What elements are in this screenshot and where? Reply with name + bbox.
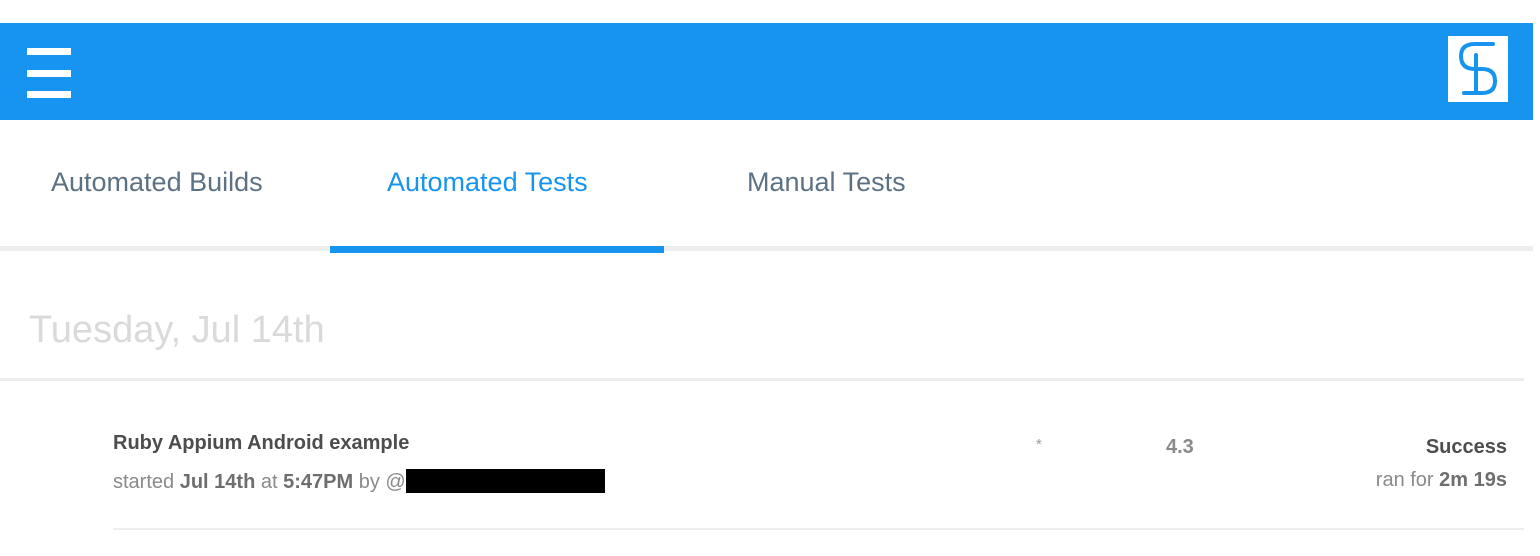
status-label: Success [1425,436,1507,458]
tab-bar: Automated Builds Automated Tests Manual … [0,120,1533,253]
date-group-header: Tuesday, Jul 14th [29,309,325,351]
tab-manual-tests[interactable]: Manual Tests [747,167,906,198]
started-prefix: started [113,471,175,493]
redacted-username [405,469,605,493]
s-logo-glyph [1459,42,1497,95]
test-run-row[interactable]: Ruby Appium Android example started Jul … [113,382,1524,530]
menu-bar-middle [27,70,71,77]
started-date: Jul 14th [179,471,256,493]
date-divider [0,378,1524,381]
test-title[interactable]: Ruby Appium Android example [113,432,409,455]
started-time: 5:47PM [283,471,354,493]
hamburger-menu-icon[interactable] [27,48,71,98]
started-by-text: by @ [358,471,406,493]
menu-bar-top [27,48,71,55]
duration-prefix: ran for [1375,469,1434,491]
tab-divider [0,246,1533,251]
duration-value: 2m 19s [1439,469,1507,491]
top-navbar [0,23,1533,120]
menu-bar-bottom [27,91,71,98]
row-divider [113,528,1524,530]
branch-marker: * [1036,436,1042,453]
started-info: started Jul 14th at 5:47PM by @ [113,469,605,494]
s-logo-icon[interactable] [1448,36,1508,102]
active-tab-indicator [330,246,664,253]
tab-automated-builds[interactable]: Automated Builds [51,167,263,198]
duration-info: ran for 2m 19s [1376,469,1507,492]
started-at-text: at [260,471,278,493]
tab-automated-tests[interactable]: Automated Tests [387,167,588,198]
os-version: 4.3 [1166,436,1194,458]
